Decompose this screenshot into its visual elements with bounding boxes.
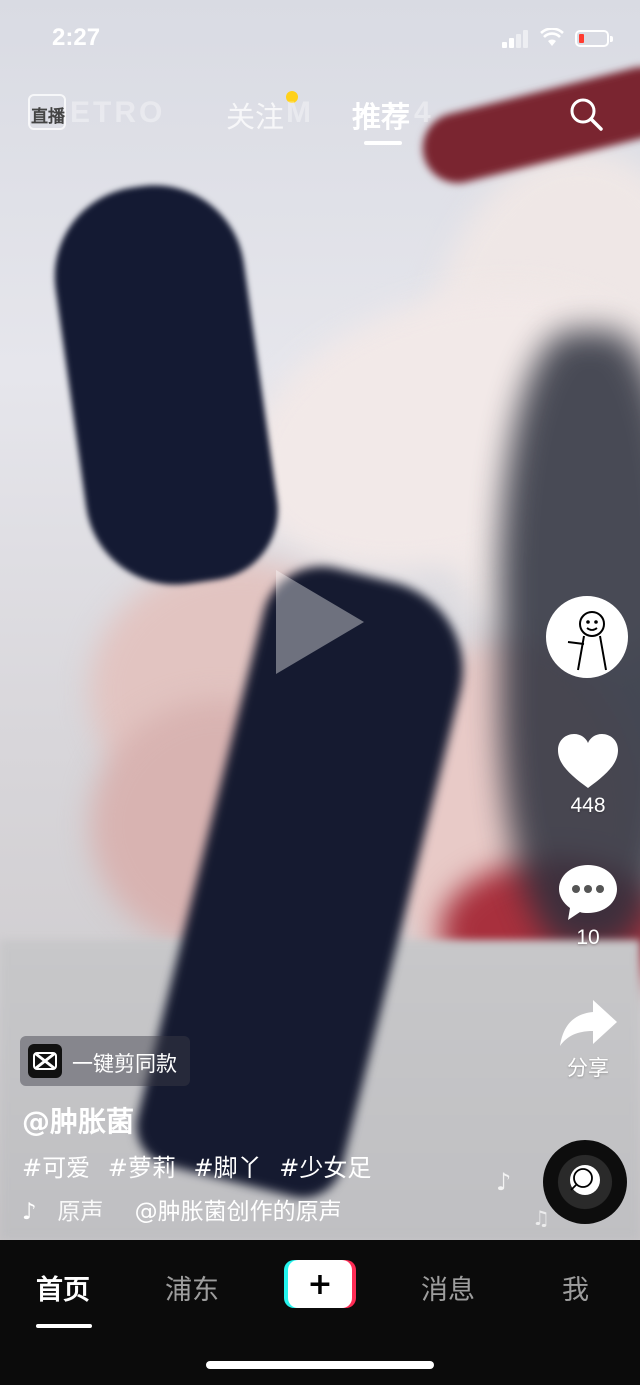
hashtag-list: #可爱 #萝莉 #脚丫 #少女足 bbox=[22, 1148, 381, 1183]
music-disc-art-icon bbox=[570, 1165, 600, 1195]
author-avatar[interactable] bbox=[546, 596, 628, 678]
hashtag[interactable]: #少女足 bbox=[279, 1154, 371, 1182]
nav-messages[interactable]: 消息 bbox=[421, 1268, 475, 1307]
tab-recommend[interactable]: 推荐 bbox=[352, 94, 410, 136]
music-disc-button[interactable] bbox=[543, 1140, 627, 1224]
heart-icon bbox=[558, 734, 618, 788]
wifi-icon bbox=[540, 27, 564, 53]
hashtag[interactable]: #萝莉 bbox=[108, 1154, 176, 1182]
tab-follow[interactable]: 关注 bbox=[226, 94, 284, 136]
capcut-template-button[interactable]: 一键剪同款 bbox=[20, 1036, 190, 1086]
like-count: 448 bbox=[570, 794, 606, 817]
cellular-signal-icon bbox=[502, 30, 530, 48]
nav-pudong[interactable]: 浦东 bbox=[165, 1268, 219, 1307]
capcut-label: 一键剪同款 bbox=[72, 1052, 177, 1076]
video-frame-shape bbox=[43, 173, 287, 597]
capcut-icon bbox=[28, 1044, 62, 1078]
ghost-text: 4 bbox=[414, 96, 434, 129]
music-title: 原声 bbox=[57, 1199, 104, 1225]
nav-home[interactable]: 首页 bbox=[36, 1268, 90, 1307]
music-credit: @肿胀菌创作的原声 bbox=[134, 1199, 342, 1225]
music-note-icon: ♫ bbox=[532, 1206, 550, 1230]
music-note-icon: ♪ bbox=[496, 1168, 512, 1196]
share-button[interactable]: 分享 bbox=[543, 998, 633, 1082]
hashtag[interactable]: #脚丫 bbox=[194, 1154, 262, 1182]
share-arrow-icon bbox=[560, 1000, 617, 1046]
tiktok-note-icon: ♪ bbox=[22, 1199, 37, 1225]
comment-icon bbox=[559, 865, 617, 920]
author-name[interactable]: @肿胀菌 bbox=[22, 1100, 134, 1140]
nav-me[interactable]: 我 bbox=[562, 1268, 589, 1307]
ghost-text: ETRO bbox=[70, 96, 166, 129]
tab-active-indicator bbox=[364, 141, 402, 145]
create-button[interactable]: + bbox=[284, 1260, 356, 1308]
play-icon[interactable] bbox=[276, 570, 364, 674]
comment-count: 10 bbox=[576, 926, 600, 949]
ghost-text: M bbox=[286, 96, 314, 129]
battery-level bbox=[579, 34, 584, 43]
status-time: 2:27 bbox=[52, 24, 101, 51]
comment-button[interactable]: 10 bbox=[543, 862, 633, 950]
music-info[interactable]: ♪ 原声 @肿胀菌创作的原声 bbox=[22, 1192, 342, 1226]
home-indicator bbox=[206, 1361, 434, 1369]
share-label: 分享 bbox=[567, 1057, 609, 1080]
live-button[interactable]: 直播 bbox=[28, 88, 68, 132]
live-label: 直播 bbox=[31, 107, 65, 127]
like-button[interactable]: 448 bbox=[543, 732, 633, 818]
plus-icon: + bbox=[288, 1260, 352, 1308]
battery-icon bbox=[575, 30, 613, 47]
nav-active-indicator bbox=[36, 1324, 92, 1328]
search-icon[interactable] bbox=[568, 96, 604, 132]
hashtag[interactable]: #可爱 bbox=[22, 1154, 90, 1182]
